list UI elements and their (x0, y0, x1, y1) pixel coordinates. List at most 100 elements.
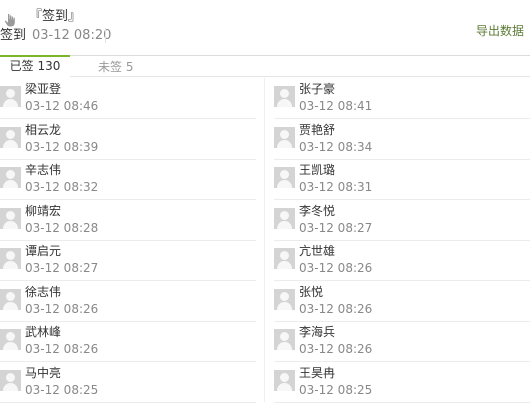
avatar-head-shape (280, 210, 289, 220)
member-name: 张子豪 (299, 82, 336, 96)
avatar-icon (274, 288, 295, 310)
list-item[interactable]: 贾艳舒 03-12 08:34 (274, 119, 530, 160)
list-item[interactable]: 亢世雄 03-12 08:26 (274, 240, 530, 281)
signin-timestamp: 03-12 08:26 (25, 301, 99, 316)
member-name: 相云龙 (25, 122, 62, 137)
signin-title: 『签到』 (29, 9, 82, 24)
avatar-head-shape (6, 210, 15, 220)
member-name: 贾艳舒 (299, 122, 336, 137)
avatar-head-shape (280, 170, 289, 179)
signin-time: 03-12 08:20 (32, 28, 112, 43)
signin-timestamp: 03-12 08:26 (299, 261, 373, 275)
avatar-head-shape (280, 129, 289, 139)
avatar-icon (274, 126, 295, 148)
avatar-head-shape (280, 251, 289, 260)
tab-bar: 已签 130 未签 5 (0, 55, 530, 78)
avatar-icon (274, 86, 295, 107)
list-item[interactable]: 辛志伟 03-12 08:32 (0, 159, 256, 200)
member-name: 王凯璐 (299, 163, 336, 177)
member-name: 王昊冉 (299, 365, 336, 380)
avatar-body-shape (3, 180, 18, 188)
avatar-icon (0, 167, 21, 188)
avatar-icon (274, 248, 295, 269)
signin-timestamp: 03-12 08:26 (299, 342, 373, 356)
avatar-head-shape (280, 332, 289, 341)
member-name: 张悦 (299, 284, 324, 299)
avatar-body-shape (3, 139, 18, 148)
avatar-head-shape (6, 129, 15, 139)
avatar-head-shape (6, 332, 15, 341)
avatar-body-shape (3, 99, 18, 107)
export-data-link[interactable]: 导出数据 (476, 23, 524, 39)
member-name: 亢世雄 (299, 244, 336, 258)
member-name: 马中亮 (25, 365, 62, 380)
member-name: 梁亚登 (25, 82, 62, 96)
signin-timestamp: 03-12 08:31 (299, 180, 373, 194)
avatar-head-shape (280, 291, 289, 301)
member-name: 辛志伟 (25, 163, 62, 177)
signin-timestamp: 03-12 08:27 (25, 261, 99, 275)
avatar-icon (0, 329, 21, 350)
header-divider (105, 28, 106, 43)
list-item[interactable]: 李海兵 03-12 08:26 (274, 321, 530, 362)
member-name: 李海兵 (299, 325, 336, 339)
avatar-body-shape (277, 139, 292, 148)
tab-signed[interactable]: 已签 130 (0, 55, 70, 78)
list-item[interactable]: 武林峰 03-12 08:26 (0, 321, 256, 362)
avatar-icon (0, 86, 21, 107)
avatar-body-shape (277, 342, 292, 350)
avatar-icon (274, 207, 295, 229)
list-item[interactable]: 张悦 03-12 08:26 (274, 281, 530, 322)
signin-timestamp: 03-12 08:27 (299, 220, 373, 235)
member-name: 李冬悦 (299, 203, 336, 218)
avatar-body-shape (277, 261, 292, 269)
member-name: 柳靖宏 (25, 203, 62, 218)
avatar-body-shape (277, 301, 292, 310)
avatar-icon (0, 369, 21, 391)
signin-timestamp: 03-12 08:26 (25, 342, 99, 356)
list-item[interactable]: 徐志伟 03-12 08:26 (0, 281, 256, 322)
list-item[interactable]: 王昊冉 03-12 08:25 (274, 362, 530, 403)
column-divider (264, 78, 265, 402)
avatar-body-shape (3, 301, 18, 310)
avatar-body-shape (277, 99, 292, 107)
signin-timestamp: 03-12 08:25 (25, 382, 99, 397)
list-item[interactable]: 相云龙 03-12 08:39 (0, 119, 256, 160)
signin-timestamp: 03-12 08:41 (299, 99, 373, 113)
list-item[interactable]: 马中亮 03-12 08:25 (0, 362, 256, 403)
list-item[interactable]: 李冬悦 03-12 08:27 (274, 200, 530, 241)
avatar-body-shape (277, 220, 292, 229)
avatar-body-shape (3, 220, 18, 229)
avatar-icon (0, 126, 21, 148)
signin-timestamp: 03-12 08:28 (25, 220, 99, 235)
avatar-head-shape (6, 89, 15, 98)
signin-timestamp: 03-12 08:46 (25, 99, 99, 113)
avatar-icon (0, 288, 21, 310)
signin-header: 『签到』 签到 03-12 08:20 导出数据 (0, 0, 530, 56)
signin-timestamp: 03-12 08:39 (25, 139, 99, 154)
signin-timestamp: 03-12 08:26 (299, 301, 373, 316)
member-name: 谭启元 (25, 244, 62, 258)
avatar-body-shape (3, 261, 18, 269)
list-item[interactable]: 谭启元 03-12 08:27 (0, 240, 256, 281)
avatar-body-shape (3, 342, 18, 350)
tab-unsigned[interactable]: 未签 5 (98, 58, 133, 76)
signin-label: 签到 (0, 28, 27, 43)
avatar-icon (274, 167, 295, 188)
avatar-body-shape (3, 382, 18, 391)
list-item[interactable]: 王凯璐 03-12 08:31 (274, 159, 530, 200)
signin-timestamp: 03-12 08:25 (299, 382, 373, 397)
signin-timestamp: 03-12 08:34 (299, 139, 373, 154)
list-item[interactable]: 梁亚登 03-12 08:46 (0, 78, 256, 119)
avatar-head-shape (280, 372, 289, 382)
avatar-icon (274, 329, 295, 350)
avatar-head-shape (6, 251, 15, 260)
list-item[interactable]: 张子豪 03-12 08:41 (274, 78, 530, 119)
avatar-head-shape (6, 170, 15, 179)
avatar-body-shape (277, 382, 292, 391)
tab-bar-top-border (0, 55, 530, 56)
member-name: 徐志伟 (25, 284, 62, 299)
avatar-icon (0, 248, 21, 269)
avatar-icon (274, 369, 295, 391)
list-item[interactable]: 柳靖宏 03-12 08:28 (0, 200, 256, 241)
